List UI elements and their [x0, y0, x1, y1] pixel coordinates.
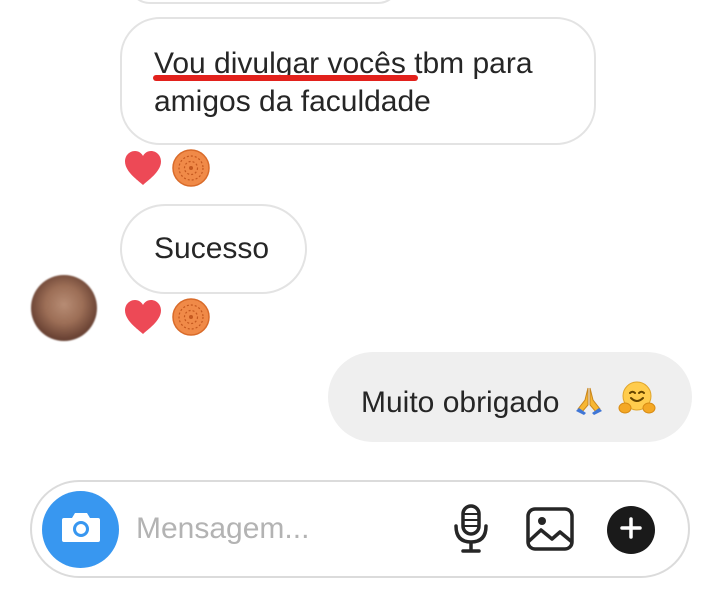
camera-icon: [60, 509, 102, 550]
gallery-button[interactable]: [525, 506, 575, 552]
heart-icon: [123, 149, 163, 192]
message-reactions[interactable]: [123, 297, 211, 342]
microphone-icon: [449, 504, 493, 558]
hugging-face-emoji: [618, 380, 656, 426]
folded-hands-emoji: [572, 382, 606, 426]
heart-icon: [123, 298, 163, 341]
image-icon: [525, 507, 575, 556]
message-input[interactable]: [136, 508, 436, 550]
plus-icon: [619, 516, 643, 545]
voice-message-button[interactable]: [449, 504, 493, 554]
camera-button[interactable]: [42, 491, 119, 568]
message-text: Muito obrigado: [361, 386, 560, 419]
received-message-bubble[interactable]: Sucesso: [120, 204, 307, 294]
previous-message-bubble: [128, 0, 400, 4]
avatar[interactable]: [31, 275, 97, 341]
reaction-sticker-icon: [171, 297, 211, 342]
message-text: Sucesso: [154, 232, 270, 265]
received-message-bubble[interactable]: Vou divulgar vocês tbm para amigos da fa…: [120, 17, 596, 145]
reaction-sticker-icon: [171, 148, 211, 193]
message-composer: [30, 480, 690, 578]
message-reactions[interactable]: [123, 148, 211, 193]
more-options-button[interactable]: [607, 506, 655, 554]
message-text: Vou divulgar vocês tbm para amigos da fa…: [154, 47, 533, 118]
red-underline-annotation: [153, 75, 418, 81]
sent-message-bubble[interactable]: Muito obrigado: [328, 352, 692, 442]
